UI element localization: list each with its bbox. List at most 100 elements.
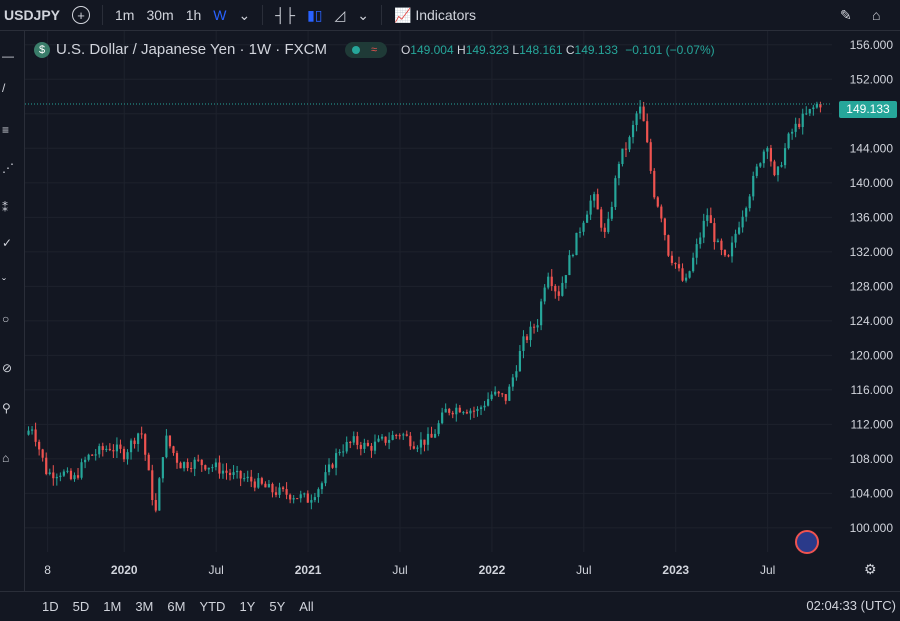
candle-body: [504, 394, 507, 401]
candle-body: [508, 386, 511, 401]
candle-body: [186, 462, 189, 468]
grid-lines: [25, 31, 832, 552]
candle-body: [313, 497, 316, 501]
y-tick-label: 108.000: [850, 452, 894, 466]
candle-body: [271, 483, 274, 493]
candle-body: [773, 161, 776, 176]
candle-body: [529, 326, 532, 341]
candle-body: [373, 441, 377, 451]
candle-body: [317, 489, 320, 498]
candle-body: [218, 462, 221, 474]
candle-body: [412, 446, 415, 449]
candle-body: [161, 457, 164, 479]
range-5d[interactable]: 5D: [73, 599, 90, 614]
candle-body: [554, 286, 557, 292]
candle-body: [94, 454, 97, 456]
candle-body: [246, 476, 249, 479]
candle-body: [727, 255, 730, 257]
candle-body: [228, 472, 232, 475]
candle-body: [589, 200, 592, 215]
candle-body: [642, 106, 645, 122]
us-flag-event-icon[interactable]: [795, 530, 819, 554]
y-tick-label: 104.000: [850, 486, 894, 500]
candle-body: [667, 235, 670, 256]
candle-body: [780, 165, 783, 167]
range-3m[interactable]: 3M: [135, 599, 153, 614]
candle-body: [458, 407, 461, 413]
candle-body: [639, 106, 642, 114]
candle-body: [681, 268, 684, 281]
candle-body: [688, 271, 691, 278]
candle-body: [575, 232, 578, 256]
chart-settings-gear-icon[interactable]: ⚙: [864, 561, 877, 578]
range-1m[interactable]: 1M: [103, 599, 121, 614]
candle-body: [349, 441, 352, 443]
x-tick-label: 2020: [111, 563, 138, 577]
candle-body: [359, 444, 362, 449]
candle-body: [755, 166, 758, 176]
candle-body: [45, 457, 48, 475]
candle-body: [444, 408, 447, 413]
candle-body: [292, 498, 295, 500]
candle-body: [518, 350, 522, 372]
x-tick-label: 2023: [662, 563, 689, 577]
candle-body: [741, 216, 744, 228]
candle-body: [593, 194, 596, 201]
range-5y[interactable]: 5Y: [269, 599, 285, 614]
candle-body: [327, 464, 331, 473]
candle-body: [260, 478, 263, 484]
candle-body: [55, 476, 58, 479]
candle-body: [80, 462, 83, 478]
candle-body: [791, 131, 794, 134]
candle-body: [752, 175, 755, 197]
candle-body: [748, 196, 751, 209]
candle-body: [253, 481, 256, 488]
candle-body: [614, 178, 617, 207]
candle-body: [296, 498, 299, 500]
candle-body: [585, 214, 589, 223]
candle-body: [621, 148, 624, 164]
candle-body: [190, 467, 193, 469]
utc-clock[interactable]: 02:04:33 (UTC): [806, 598, 896, 613]
candle-body: [522, 336, 525, 351]
candle-body: [41, 449, 44, 458]
candle-body: [250, 476, 253, 482]
legend-title[interactable]: U.S. Dollar / Japanese Yen · 1W · FXCM: [56, 41, 327, 58]
close-value: 149.133: [574, 42, 618, 57]
candle-body: [221, 470, 225, 474]
candle-body: [561, 282, 564, 296]
candle-body: [48, 472, 51, 475]
candle-body: [257, 478, 260, 488]
range-ytd[interactable]: YTD: [199, 599, 225, 614]
candle-body: [419, 439, 423, 448]
candle-body: [30, 429, 34, 431]
candle-body: [76, 475, 80, 478]
time-axis: 8 2020 Jul 2021 Jul 2022 Jul 2023 Jul: [44, 563, 775, 577]
range-1y[interactable]: 1Y: [239, 599, 255, 614]
y-tick-label: 156.000: [850, 38, 894, 52]
range-all[interactable]: All: [299, 599, 313, 614]
open-value: 149.004: [410, 42, 454, 57]
candle-body: [182, 462, 186, 469]
candle-body: [487, 399, 490, 406]
price-chart[interactable]: 156.000152.000148.000144.000140.000136.0…: [0, 0, 900, 591]
y-tick-label: 136.000: [850, 210, 894, 224]
candle-body: [635, 113, 638, 126]
candle-body: [759, 163, 762, 167]
candle-body: [108, 448, 111, 451]
candle-body: [126, 452, 129, 460]
candle-body: [769, 148, 773, 162]
market-status-badge[interactable]: ≈: [344, 41, 387, 58]
candle-body: [677, 264, 681, 269]
range-6m[interactable]: 6M: [167, 599, 185, 614]
candle-body: [140, 433, 143, 435]
range-1d[interactable]: 1D: [42, 599, 59, 614]
candle-body: [437, 423, 440, 434]
candle-body: [62, 471, 65, 476]
last-price-tag: 149.133: [839, 101, 897, 118]
candle-body: [536, 325, 539, 328]
candle-body: [819, 104, 822, 108]
candle-body: [133, 440, 136, 445]
y-tick-label: 128.000: [850, 279, 894, 293]
candle-body: [423, 439, 426, 445]
